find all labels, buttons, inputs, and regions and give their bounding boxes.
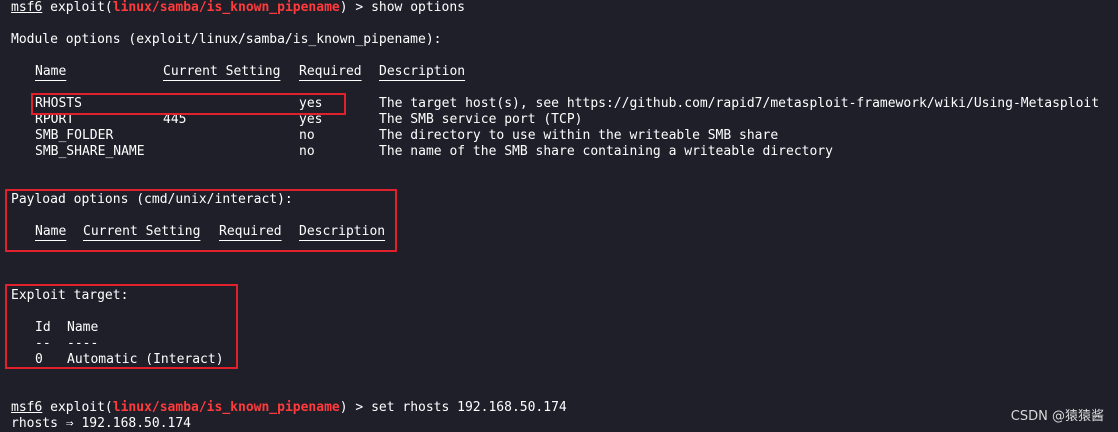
payload-header-required: Required (219, 224, 282, 239)
module-header-required: Required (299, 64, 362, 79)
terminal-window[interactable]: msf6 exploit(linux/samba/is_known_pipena… (0, 0, 1118, 431)
option-required-smb-share-name: no (299, 144, 315, 159)
module-header-name: Name (35, 64, 67, 79)
watermark: CSDN @猿猿酱 (1010, 409, 1104, 424)
payload-header-description: Description (299, 224, 386, 239)
module-path: linux/samba/is_known_pipename (112, 0, 340, 15)
module-header-description: Description (379, 64, 466, 79)
prompt-line-1: msf6 exploit(linux/samba/is_known_pipena… (11, 0, 465, 16)
option-setting-rport: 445 (163, 112, 187, 127)
payload-options-heading: Payload options (cmd/unix/interact): (11, 192, 293, 207)
payload-header-setting: Current Setting (83, 224, 201, 239)
target-header-name: Name (67, 320, 99, 335)
option-required-rport: yes (299, 112, 323, 127)
prompt-exploit-prefix: exploit( (42, 0, 113, 15)
prompt-line-2: msf6 exploit(linux/samba/is_known_pipena… (11, 400, 567, 416)
command-text-1: show options (371, 0, 465, 15)
option-required-smb-folder: no (299, 128, 315, 143)
target-row-name: Automatic (Interact) (67, 352, 224, 367)
option-name-rport: RPORT (35, 112, 75, 127)
module-header-setting: Current Setting (163, 64, 281, 79)
payload-header-name: Name (35, 224, 67, 239)
option-description-smb-share-name: The name of the SMB share containing a w… (379, 144, 833, 159)
target-id-dashes: -- (35, 336, 51, 351)
module-path-2: linux/samba/is_known_pipename (112, 400, 340, 415)
option-description-rhosts: The target host(s), see https://github.c… (379, 96, 1100, 111)
command-text-2: set rhosts 192.168.50.174 (371, 400, 567, 415)
target-header-id: Id (35, 320, 51, 335)
command-result: rhosts ⇒ 192.168.50.174 (11, 416, 192, 431)
option-name-smb-folder: SMB_FOLDER (35, 128, 114, 143)
target-name-dashes: ---- (67, 336, 99, 351)
msf-prompt-label: msf6 (11, 0, 43, 15)
option-description-smb-folder: The directory to use within the writeabl… (379, 128, 779, 143)
option-name-rhosts: RHOSTS (35, 96, 82, 111)
option-description-rport: The SMB service port (TCP) (379, 112, 583, 127)
option-required-rhosts: yes (299, 96, 323, 111)
prompt-suffix-2: ) > (339, 400, 372, 415)
prompt-exploit-prefix-2: exploit( (42, 400, 113, 415)
exploit-target-heading: Exploit target: (11, 288, 129, 303)
option-name-smb-share-name: SMB_SHARE_NAME (35, 144, 145, 159)
prompt-suffix: ) > (339, 0, 372, 15)
target-row-id: 0 (35, 352, 43, 367)
module-options-heading: Module options (exploit/linux/samba/is_k… (11, 32, 442, 47)
msf-prompt-label-2: msf6 (11, 400, 43, 415)
